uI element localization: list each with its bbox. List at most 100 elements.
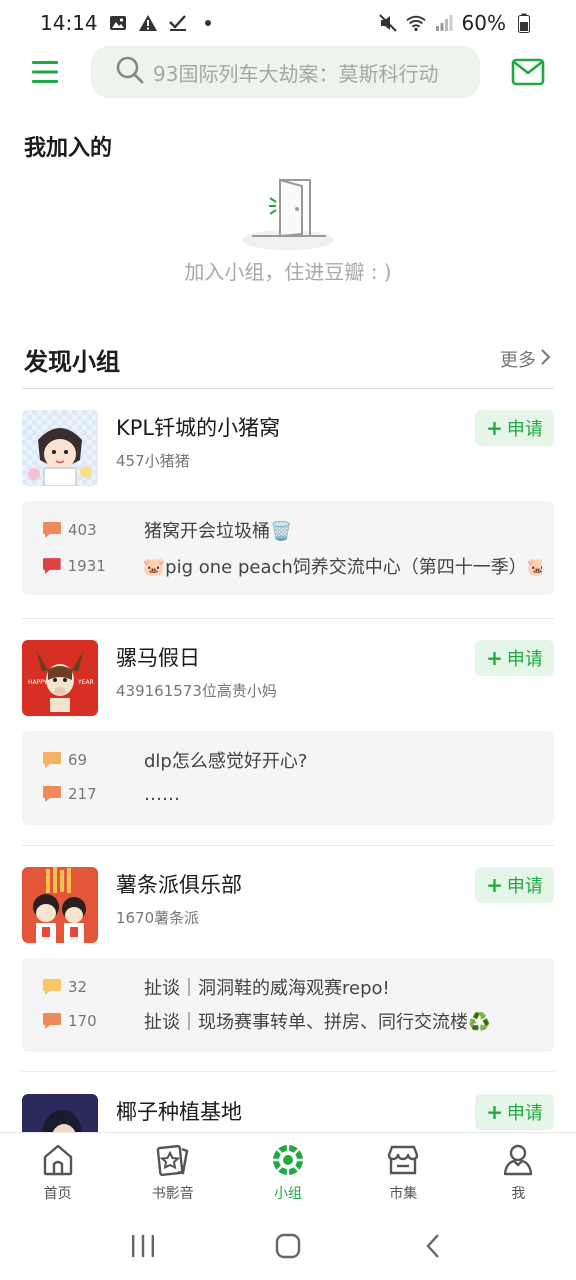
nav-item-profile[interactable]: 我: [461, 1133, 576, 1212]
nav-label: 首页: [43, 1186, 72, 1202]
comment-icon: [43, 786, 61, 802]
home-button-icon[interactable]: [268, 1226, 308, 1266]
group-avatar: HAPPY YEAR: [22, 640, 98, 716]
search-placeholder: 93国际列车大劫案：莫斯科行动: [153, 61, 439, 86]
comment-icon: [43, 522, 61, 538]
group-member-count: 457小猪猪: [116, 452, 190, 470]
topic-row[interactable]: 403 猪窝开会垃圾桶🗑️: [42, 515, 542, 545]
menu-icon[interactable]: [30, 58, 60, 86]
group-name: 薯条派俱乐部: [116, 873, 242, 897]
check-icon: [168, 13, 188, 33]
nav-item-group[interactable]: 小组: [230, 1133, 345, 1212]
bottom-nav: 首页 书影音 小组 市集 我: [0, 1132, 576, 1212]
plus-icon: +: [486, 416, 503, 440]
door-icon: [240, 176, 336, 254]
apply-label: 申请: [506, 1103, 543, 1124]
chevron-right-icon: [540, 348, 552, 371]
apply-label: 申请: [506, 649, 543, 670]
topic-row[interactable]: 32 扯谈｜洞洞鞋的威海观赛repo!: [42, 972, 542, 1002]
comment-count: 1931: [67, 557, 106, 575]
group-avatar: [22, 867, 98, 943]
topic-title: 扯谈｜现场赛事转单、拼房、同行交流楼♻️: [144, 1012, 491, 1033]
mute-icon: [378, 13, 398, 33]
comment-icon: [42, 558, 61, 574]
system-nav-bar: [0, 1212, 576, 1280]
search-input[interactable]: 93国际列车大劫案：莫斯科行动: [91, 46, 480, 98]
divider: [22, 845, 554, 846]
divider: [22, 618, 554, 619]
mail-icon[interactable]: [511, 58, 545, 86]
joined-section-title: 我加入的: [24, 136, 113, 161]
apply-button[interactable]: + 申请: [475, 1094, 554, 1130]
top-bar: 93国际列车大劫案：莫斯科行动: [0, 46, 576, 100]
topic-row[interactable]: 1931 🐷pig one peach饲养交流中心（第四十一季）🐷: [42, 551, 542, 581]
nav-item-market[interactable]: 市集: [346, 1133, 461, 1212]
battery-icon: [514, 13, 534, 33]
comment-icon: [43, 1013, 61, 1029]
comment-count: 403: [68, 521, 97, 539]
discover-section-title: 发现小组: [24, 348, 120, 376]
more-label: 更多: [500, 350, 536, 371]
topic-row[interactable]: 69 dlp怎么感觉好开心?: [42, 745, 542, 775]
svg-text:HAPPY: HAPPY: [28, 679, 48, 686]
apply-button[interactable]: + 申请: [475, 867, 554, 903]
comment-icon: [43, 752, 61, 768]
topic-title: 扯谈｜洞洞鞋的威海观赛repo!: [144, 978, 390, 999]
divider: [22, 1071, 554, 1072]
nav-label: 书影音: [151, 1186, 194, 1202]
topic-row[interactable]: 217 ……: [42, 779, 542, 809]
group-avatar: [22, 1094, 98, 1132]
joined-empty-text: 加入小组，住进豆瓣 : ): [184, 260, 392, 284]
apply-button[interactable]: + 申请: [475, 410, 554, 446]
topic-title: 猪窝开会垃圾桶🗑️: [144, 521, 293, 542]
image-icon: [108, 13, 128, 33]
comment-icon: [43, 979, 61, 995]
comment-count: 69: [68, 751, 88, 769]
recent-apps-icon[interactable]: [123, 1226, 163, 1266]
group-card[interactable]: HAPPY YEAR 骡马假日 439161573位高贵小妈 + 申请 69 d…: [22, 640, 554, 826]
profile-icon: [504, 1144, 533, 1176]
topic-list: 69 dlp怎么感觉好开心? 217 ……: [22, 731, 554, 825]
warning-icon: [138, 13, 158, 33]
nav-label: 市集: [389, 1186, 418, 1202]
market-icon: [388, 1145, 419, 1175]
group-member-count: 439161573位高贵小妈: [116, 682, 277, 700]
topic-row[interactable]: 170 扯谈｜现场赛事转单、拼房、同行交流楼♻️: [42, 1006, 542, 1036]
book-movie-music-icon: [156, 1144, 189, 1177]
topic-title: 🐷pig one peach饲养交流中心（第四十一季）🐷: [142, 557, 542, 578]
dot-icon: [198, 13, 218, 33]
group-member-count: 1670薯条派: [116, 909, 200, 927]
apply-button[interactable]: + 申请: [475, 640, 554, 676]
comment-count: 32: [68, 978, 88, 996]
home-icon: [43, 1144, 72, 1176]
search-icon: [115, 55, 145, 89]
signal-icon: [434, 13, 454, 33]
more-link[interactable]: 更多: [500, 346, 552, 372]
group-card[interactable]: KPL钎城的小猪窝 457小猪猪 + 申请 403 猪窝开会垃圾桶🗑️ 1931…: [22, 410, 554, 600]
status-time: 14:14: [40, 11, 98, 35]
nav-item-book-movie-music[interactable]: 书影音: [115, 1133, 230, 1212]
group-card[interactable]: 椰子种植基地 + 申请: [22, 1094, 554, 1132]
nav-label: 小组: [274, 1186, 302, 1202]
divider: [22, 388, 554, 389]
group-icon: [273, 1145, 303, 1175]
nav-label: 我: [511, 1186, 526, 1202]
plus-icon: +: [486, 646, 503, 670]
nav-item-home[interactable]: 首页: [0, 1133, 115, 1212]
svg-text:YEAR: YEAR: [77, 679, 94, 686]
comment-count: 170: [68, 1012, 97, 1030]
group-avatar: [22, 410, 98, 486]
topic-list: 403 猪窝开会垃圾桶🗑️ 1931 🐷pig one peach饲养交流中心（…: [22, 501, 554, 595]
back-icon[interactable]: [413, 1226, 453, 1266]
plus-icon: +: [486, 873, 503, 897]
apply-label: 申请: [506, 419, 543, 440]
status-bar: 14:14 60%: [0, 0, 576, 46]
group-card[interactable]: 薯条派俱乐部 1670薯条派 + 申请 32 扯谈｜洞洞鞋的威海观赛repo! …: [22, 867, 554, 1053]
plus-icon: +: [486, 1100, 503, 1124]
topic-list: 32 扯谈｜洞洞鞋的威海观赛repo! 170 扯谈｜现场赛事转单、拼房、同行交…: [22, 958, 554, 1052]
topic-title: dlp怎么感觉好开心?: [144, 751, 308, 772]
topic-title: ……: [144, 783, 180, 805]
group-name: 骡马假日: [116, 646, 200, 670]
comment-count: 217: [68, 785, 97, 803]
apply-label: 申请: [506, 876, 543, 897]
